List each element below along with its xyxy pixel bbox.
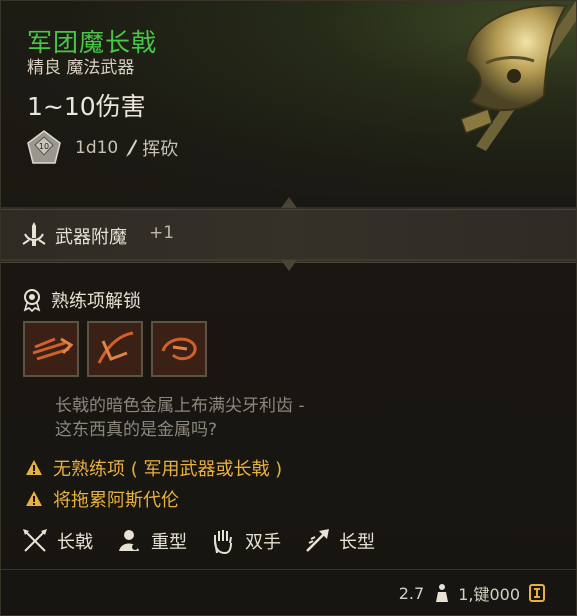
tag-label: 长戟 [57,532,93,553]
tag-halberd: 长戟 [21,527,93,555]
sweep-skill-icon[interactable] [151,321,207,377]
heavy-icon [119,530,139,551]
warning-icon [26,491,42,506]
item-rarity-type: 精良 魔法武器 [27,58,135,78]
damage-dice-row: 10 1d10 挥砍 [25,129,178,167]
enchant-label: 武器附魔 [55,227,127,248]
item-price: 1,键000 [458,585,520,604]
svg-text:10: 10 [39,142,49,151]
flavor-text: 长戟的暗色金属上布满尖牙利齿 - 这东西真的是金属吗? [55,394,305,442]
warning-no-proficiency: 无熟练项 ( 军用武器或长戟 ) [25,455,282,481]
enchant-sword-icon [22,222,46,246]
item-damage-range: 1~10伤害 [27,92,146,121]
damage-dice: 1d10 [75,138,119,158]
tag-label: 长型 [339,532,375,553]
tag-two-handed: 双手 [209,527,281,555]
medal-icon [23,289,41,312]
tag-label: 双手 [245,532,281,553]
warning-text: 无熟练项 ( 军用武器或长戟 ) [53,459,283,480]
d10-dice-icon: 10 [27,130,61,164]
halberd-item-icon [460,1,576,151]
tag-reach: 长型 [303,527,375,555]
reach-icon [306,529,329,552]
section-divider [1,197,576,209]
weapon-property-tags: 长戟 重型 双手 长型 [21,525,397,557]
gold-coin-icon [529,584,545,602]
enchant-value: +1 [149,223,175,243]
flavor-line-2: 这东西真的是金属吗? [55,420,218,440]
weight-icon [436,584,449,602]
proficiency-skills [23,321,207,377]
item-footer: 2.7 1,键000 [399,579,546,607]
lunge-skill-icon[interactable] [23,321,79,377]
tag-heavy: 重型 [115,527,187,555]
warning-text: 将拖累阿斯代伦 [53,490,179,511]
proficiency-title: 熟练项解锁 [51,291,141,312]
section-divider [1,259,576,271]
proficiency-unlock-header: 熟练项解锁 [21,287,141,313]
warning-weight-burden: 将拖累阿斯代伦 [25,486,179,512]
hand-icon [214,530,232,555]
flavor-line-1: 长戟的暗色金属上布满尖牙利齿 - [55,396,305,416]
cleave-skill-icon[interactable] [87,321,143,377]
tag-label: 重型 [151,532,187,553]
damage-type: 挥砍 [142,139,179,160]
item-tooltip: 军团魔长戟 精良 魔法武器 1~10伤害 10 1d10 挥砍 武器附魔 +1 [0,0,577,616]
weapon-enchantment-row: 武器附魔 +1 [1,209,576,263]
warning-icon [26,460,42,475]
footer-divider [1,569,576,570]
crossed-polearm-icon [23,529,47,552]
slashing-icon [126,139,138,157]
item-weight: 2.7 [398,583,425,603]
